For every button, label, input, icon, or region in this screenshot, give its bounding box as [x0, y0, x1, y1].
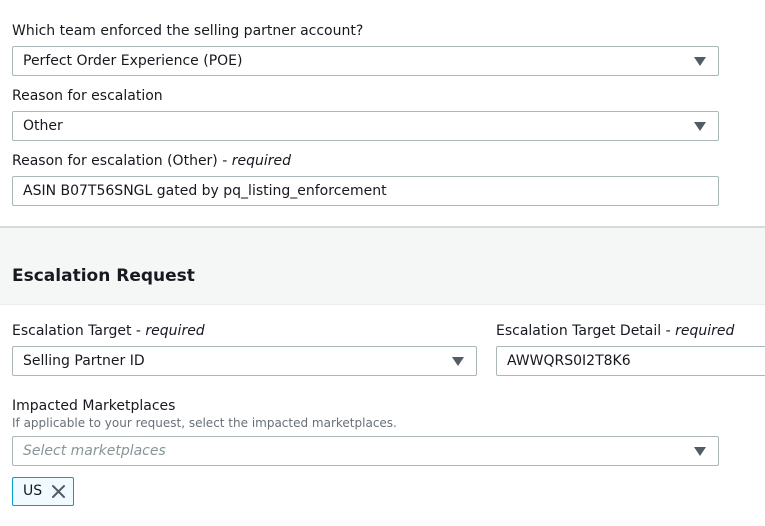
escalation-target-label: Escalation Target - required	[12, 322, 205, 340]
escalation-reason-other-label-text: Reason for escalation (Other)	[12, 153, 218, 169]
enforcing-team-value: Perfect Order Experience (POE)	[23, 53, 243, 69]
label-separator: -	[661, 323, 676, 339]
enforcing-team-select[interactable]: Perfect Order Experience (POE)	[12, 46, 719, 76]
escalation-target-select[interactable]: Selling Partner ID	[12, 346, 477, 376]
label-separator: -	[131, 323, 146, 339]
caret-down-icon	[694, 447, 706, 456]
marketplaces-placeholder: Select marketplaces	[23, 443, 166, 459]
enforcing-team-label: Which team enforced the selling partner …	[12, 23, 364, 39]
impacted-marketplaces-help: If applicable to your request, select th…	[12, 416, 397, 430]
escalation-target-label-text: Escalation Target	[12, 323, 132, 339]
caret-down-icon	[694, 57, 706, 66]
label-separator: -	[217, 153, 232, 169]
escalation-reason-other-value: ASIN B07T56SNGL gated by pq_listing_enfo…	[23, 183, 387, 199]
close-icon[interactable]	[51, 484, 66, 499]
impacted-marketplaces-label: Impacted Marketplaces	[12, 398, 176, 414]
escalation-reason-label: Reason for escalation	[12, 88, 163, 104]
required-marker: required	[675, 323, 735, 339]
escalation-target-detail-label-text: Escalation Target Detail	[496, 323, 662, 339]
escalation-reason-other-label: Reason for escalation (Other) - required	[12, 152, 291, 170]
escalation-reason-select[interactable]: Other	[12, 111, 719, 141]
required-marker: required	[145, 323, 205, 339]
escalation-reason-other-input[interactable]: ASIN B07T56SNGL gated by pq_listing_enfo…	[12, 176, 719, 206]
escalation-target-detail-label: Escalation Target Detail - required	[496, 322, 734, 340]
escalation-request-title: Escalation Request	[12, 266, 195, 286]
caret-down-icon	[452, 357, 464, 366]
escalation-reason-value: Other	[23, 118, 63, 134]
marketplaces-multiselect[interactable]: Select marketplaces	[12, 436, 719, 466]
marketplace-token-label: US	[23, 483, 43, 499]
marketplace-token-us: US	[12, 477, 74, 506]
escalation-target-detail-input[interactable]: AWWQRS0I2T8K6	[496, 346, 765, 376]
caret-down-icon	[694, 122, 706, 131]
escalation-target-detail-value: AWWQRS0I2T8K6	[507, 353, 631, 369]
escalation-target-value: Selling Partner ID	[23, 353, 145, 369]
required-marker: required	[231, 153, 292, 169]
